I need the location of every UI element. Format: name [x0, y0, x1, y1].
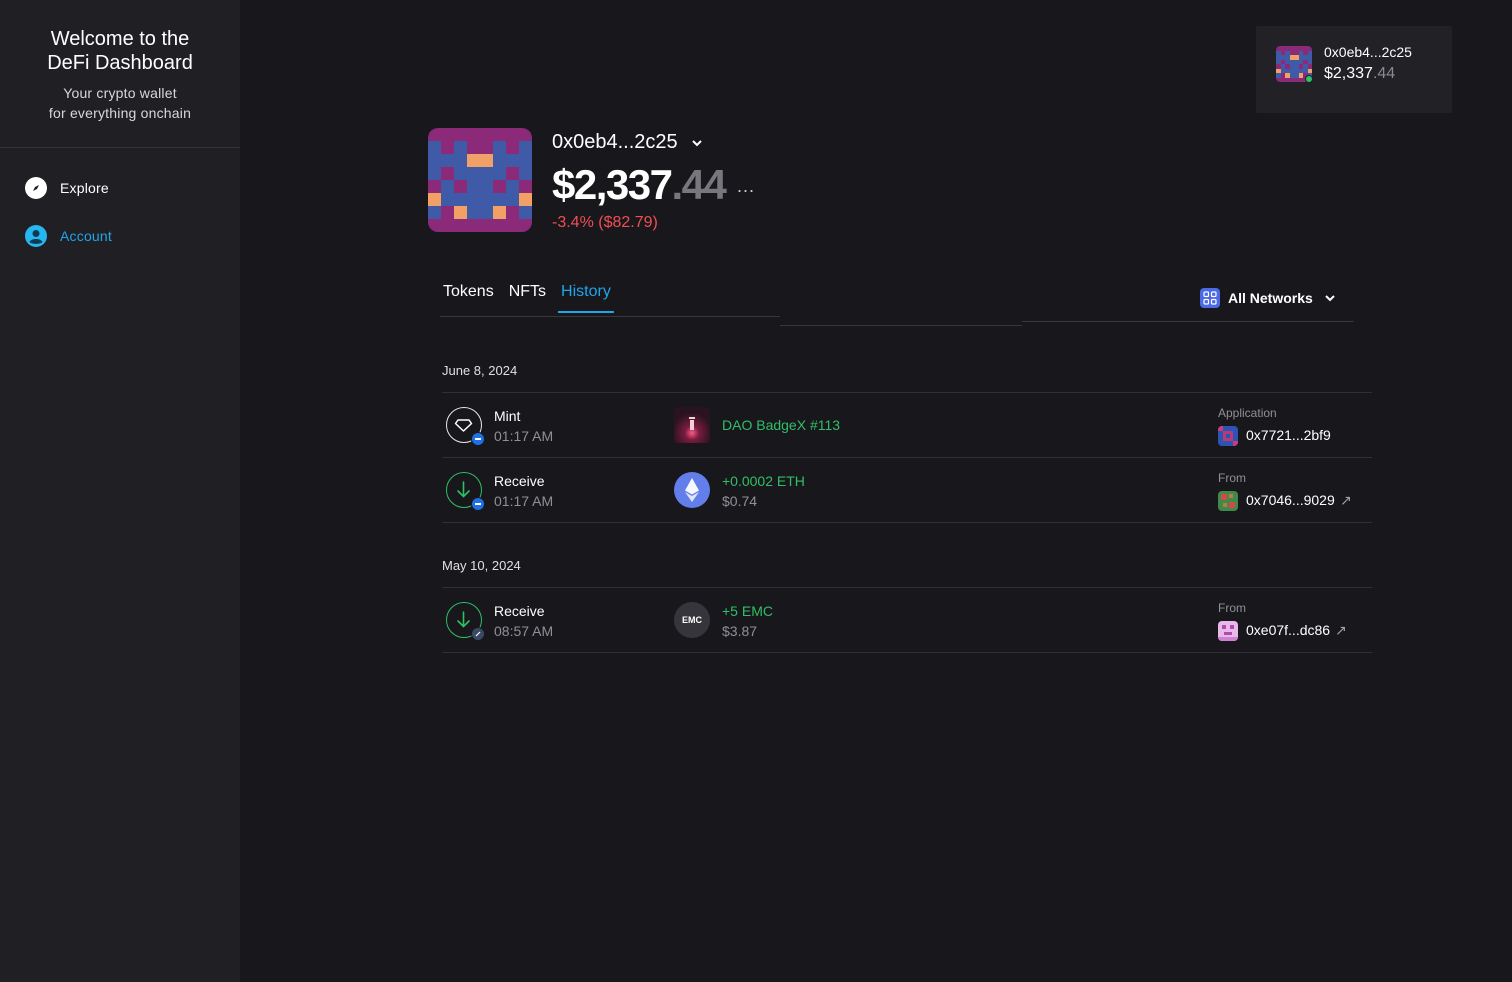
transaction-row[interactable]: Receive 08:57 AM EMC +5 EMC $3.87 From 0… — [442, 588, 1372, 652]
external-link-icon[interactable]: ↗ — [1335, 622, 1347, 639]
counterparty-label: Application — [1218, 406, 1277, 420]
tab-tokens[interactable]: Tokens — [440, 283, 497, 313]
sidebar-subtitle-line2: for everything onchain — [48, 105, 192, 121]
counterparty-avatar — [1218, 621, 1238, 641]
asset-amount: +0.0002 ETH — [722, 473, 805, 489]
external-link-icon[interactable]: ↗ — [1340, 492, 1352, 509]
counterparty-address[interactable]: 0x7721...2bf9 — [1246, 427, 1331, 443]
transaction-time: 08:57 AM — [494, 623, 554, 639]
counterparty-address[interactable]: 0xe07f...dc86 — [1246, 622, 1330, 638]
sidebar-header: Welcome to the DeFi Dashboard Your crypt… — [0, 0, 240, 148]
profile-avatar — [428, 128, 532, 232]
sidebar-title-line2: DeFi Dashboard — [47, 52, 193, 74]
divider — [442, 652, 1372, 653]
history-date-label: May 10, 2024 — [442, 558, 521, 573]
sidebar-item-explore[interactable]: Explore — [25, 176, 240, 200]
receive-arrow-icon — [446, 472, 485, 511]
tab-nfts[interactable]: NFTs — [506, 283, 549, 313]
balance-decimal: .44 — [1372, 65, 1396, 82]
balance-whole: $2,337 — [1324, 65, 1373, 82]
user-icon — [25, 225, 47, 247]
mint-icon — [446, 407, 485, 446]
asset-amount: +5 EMC — [722, 603, 773, 619]
sidebar-item-label: Account — [60, 228, 112, 244]
network-badge-icon — [471, 497, 485, 511]
divider — [780, 325, 1022, 326]
divider — [1022, 321, 1354, 322]
chevron-down-icon — [1325, 295, 1335, 302]
counterparty-label: From — [1218, 601, 1246, 615]
sidebar-item-account[interactable]: Account — [25, 224, 240, 248]
receive-arrow-icon — [446, 602, 485, 641]
counterparty-address[interactable]: 0x7046...9029 — [1246, 492, 1335, 508]
transaction-row[interactable]: Receive 01:17 AM +0.0002 ETH $0.74 From … — [442, 458, 1372, 522]
network-badge-icon — [471, 627, 485, 641]
history-date-label: June 8, 2024 — [442, 363, 518, 378]
transaction-row[interactable]: Mint 01:17 AM DAO BadgeX #113 Applicatio… — [442, 393, 1372, 457]
asset-name: DAO BadgeX #113 — [722, 417, 841, 433]
sidebar-subtitle-line1: Your crypto wallet — [63, 85, 177, 101]
sidebar-subtitle: Your crypto wallet for everything onchai… — [0, 83, 240, 123]
sidebar-nav: Explore Account — [0, 148, 240, 248]
account-address: 0x0eb4...2c25 — [1324, 44, 1412, 60]
sidebar: Welcome to the DeFi Dashboard Your crypt… — [0, 0, 240, 982]
account-card[interactable]: 0x0eb4...2c25 $2,337.44 — [1256, 26, 1452, 113]
nft-thumbnail — [674, 407, 710, 443]
network-filter-dropdown[interactable]: All Networks — [1200, 288, 1337, 308]
online-status-dot — [1305, 75, 1313, 83]
network-badge-icon — [471, 432, 485, 446]
balance-whole: $2,337 — [552, 161, 673, 208]
app-root: Welcome to the DeFi Dashboard Your crypt… — [0, 0, 1512, 982]
more-options-button[interactable]: ... — [737, 176, 755, 197]
balance-decimal: .44 — [671, 161, 726, 208]
transaction-type: Receive — [494, 473, 545, 489]
asset-value: $0.74 — [722, 493, 758, 509]
counterparty-avatar — [1218, 491, 1238, 511]
compass-icon — [25, 177, 47, 199]
wallet-address-selector[interactable]: 0x0eb4...2c25 — [552, 131, 704, 154]
sidebar-title-line1: Welcome to the — [50, 28, 190, 50]
network-filter-label: All Networks — [1228, 290, 1313, 306]
tab-bar: Tokens NFTs History — [440, 283, 623, 313]
divider — [442, 522, 1372, 523]
emc-token-icon: EMC — [674, 602, 710, 638]
network-icon — [1200, 288, 1220, 308]
transaction-type: Mint — [494, 408, 521, 424]
transaction-time: 01:17 AM — [494, 493, 554, 509]
account-balance: $2,337.44 — [1324, 65, 1395, 83]
transaction-type: Receive — [494, 603, 545, 619]
wallet-address: 0x0eb4...2c25 — [552, 131, 678, 153]
eth-token-icon — [674, 472, 710, 508]
balance-change: -3.4% ($82.79) — [552, 214, 658, 231]
asset-value: $3.87 — [722, 623, 758, 639]
transaction-time: 01:17 AM — [494, 428, 554, 444]
sidebar-title: Welcome to the DeFi Dashboard — [0, 27, 240, 75]
token-symbol: EMC — [682, 615, 702, 625]
counterparty-avatar — [1218, 426, 1238, 446]
sidebar-item-label: Explore — [60, 180, 109, 196]
wallet-balance: $2,337.44 — [552, 161, 727, 209]
tab-history[interactable]: History — [558, 283, 614, 313]
counterparty-label: From — [1218, 471, 1246, 485]
chevron-down-icon — [691, 139, 702, 146]
divider — [440, 316, 780, 317]
